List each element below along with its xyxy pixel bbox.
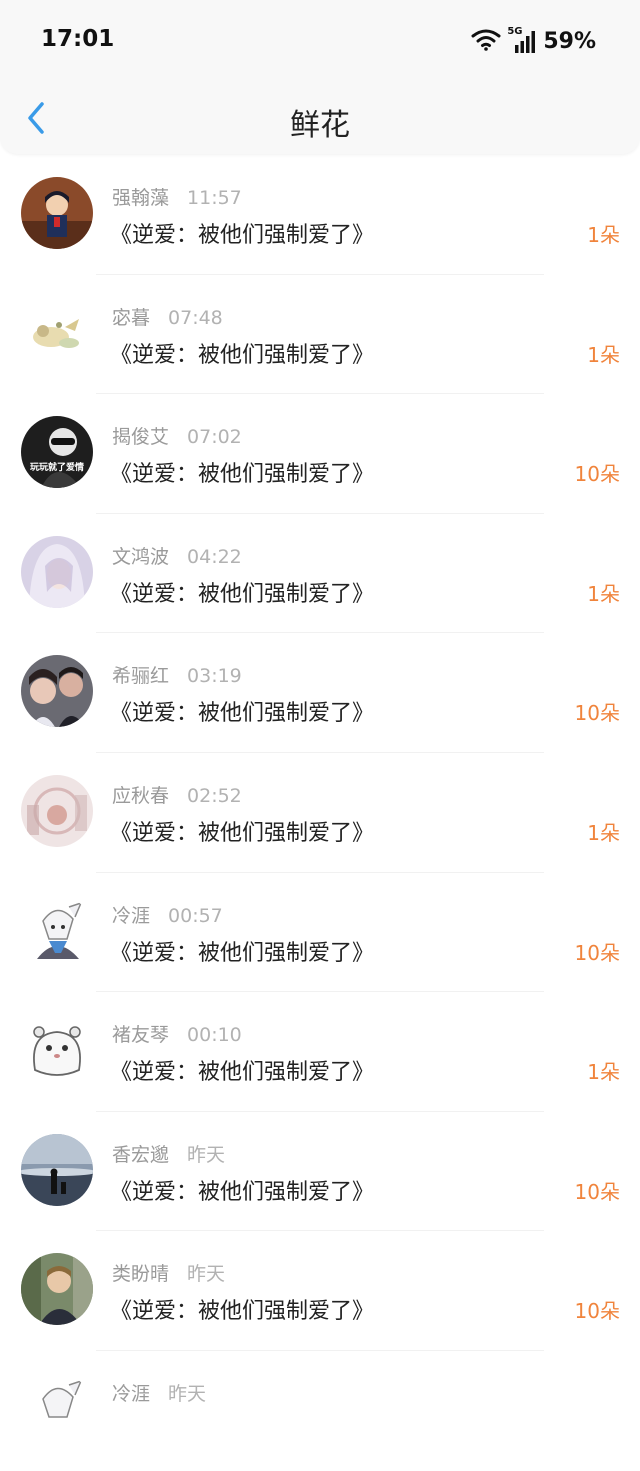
avatar: 玩玩就了爱情 [21,416,93,489]
book-title: 《逆爱：被他们强制爱了》 [110,701,375,727]
avatar [21,1014,93,1087]
user-name: 类盼晴 昨天 [112,1263,226,1286]
avatar [21,296,93,369]
list-item[interactable]: 希骊红 03:19 《逆爱：被他们强制爱了》 10朵 [0,633,640,753]
book-title: 《逆爱：被他们强制爱了》 [110,581,375,607]
timestamp: 00:10 [187,1024,242,1047]
avatar [21,535,93,608]
timestamp: 昨天 [187,1143,226,1166]
flower-count: 10朵 [574,701,620,726]
timestamp: 07:48 [168,306,223,329]
list-item[interactable]: 应秋春 02:52 《逆爱：被他们强制爱了》 1朵 [0,753,640,873]
top-bar: 17:01 5G 59% 鲜花 [0,0,640,154]
book-title: 《逆爱：被他们强制爱了》 [110,462,375,488]
flower-count: 1朵 [587,342,620,367]
timestamp: 昨天 [187,1263,226,1286]
book-title: 《逆爱：被他们强制爱了》 [110,1060,375,1086]
flower-count: 10朵 [574,940,620,965]
flower-count: 10朵 [574,1299,620,1324]
avatar-caption: 玩玩就了爱情 [29,463,84,474]
user-name: 香宏邈 昨天 [112,1143,226,1166]
list-item[interactable]: 冷涯 昨天 [0,1351,640,1471]
user-name: 冷涯 昨天 [112,1382,207,1405]
user-name: 褚友琴 00:10 [112,1024,242,1047]
book-title: 《逆爱：被他们强制爱了》 [110,342,375,368]
list-item[interactable]: 强翰藻 11:57 《逆爱：被他们强制爱了》 1朵 [0,155,640,275]
user-name: 希骊红 03:19 [112,665,242,688]
avatar [21,774,93,847]
book-title: 《逆爱：被他们强制爱了》 [110,820,375,846]
list-item[interactable]: 宓暮 07:48 《逆爱：被他们强制爱了》 1朵 [0,275,640,395]
user-name: 应秋春 02:52 [112,784,242,807]
flower-count: 10朵 [574,1179,620,1204]
timestamp: 00:57 [168,904,223,927]
user-name: 强翰藻 11:57 [112,187,242,209]
timestamp: 11:57 [187,187,242,209]
timestamp: 03:19 [187,665,242,688]
status-time: 17:01 [41,26,115,52]
avatar [21,894,93,967]
user-name: 文鸿波 04:22 [112,545,242,568]
list-item[interactable]: 文鸿波 04:22 《逆爱：被他们强制爱了》 1朵 [0,514,640,634]
status-icons: 5G 59% [471,26,596,56]
page-title: 鲜花 [290,108,350,143]
avatar [21,1253,93,1326]
flower-count: 10朵 [574,462,620,487]
timestamp: 04:22 [187,545,242,568]
signal-icon: 5G [507,26,537,54]
flower-count: 1朵 [587,223,620,247]
list-item[interactable]: 类盼晴 昨天 《逆爱：被他们强制爱了》 10朵 [0,1231,640,1351]
book-title: 《逆爱：被他们强制爱了》 [110,1299,375,1325]
user-name: 揭俊艾 07:02 [112,426,242,449]
user-name: 冷涯 00:57 [112,904,223,927]
flower-count: 1朵 [587,1060,620,1085]
timestamp: 07:02 [187,426,242,449]
wifi-icon [471,27,501,55]
book-title: 《逆爱：被他们强制爱了》 [110,1179,375,1205]
list-item[interactable]: 玩玩就了爱情 揭俊艾 07:02 《逆爱：被他们强制爱了》 10朵 [0,394,640,514]
avatar [21,655,93,728]
flower-count: 1朵 [587,820,620,845]
timestamp: 02:52 [187,784,242,807]
avatar [21,1133,93,1206]
flower-count: 1朵 [587,581,620,606]
list-item[interactable]: 褚友琴 00:10 《逆爱：被他们强制爱了》 1朵 [0,992,640,1112]
battery-level: 59% [543,28,596,54]
book-title: 《逆爱：被他们强制爱了》 [110,223,375,248]
flower-list: 强翰藻 11:57 《逆爱：被他们强制爱了》 1朵 宓暮 07:48 《逆爱：被他们… [0,155,640,1471]
book-title: 《逆爱：被他们强制爱了》 [110,940,375,966]
avatar [21,177,93,249]
list-item[interactable]: 香宏邈 昨天 《逆爱：被他们强制爱了》 10朵 [0,1112,640,1232]
timestamp: 昨天 [168,1382,207,1405]
list-item[interactable]: 冷涯 00:57 《逆爱：被他们强制爱了》 10朵 [0,873,640,993]
user-name: 宓暮 07:48 [112,306,223,329]
